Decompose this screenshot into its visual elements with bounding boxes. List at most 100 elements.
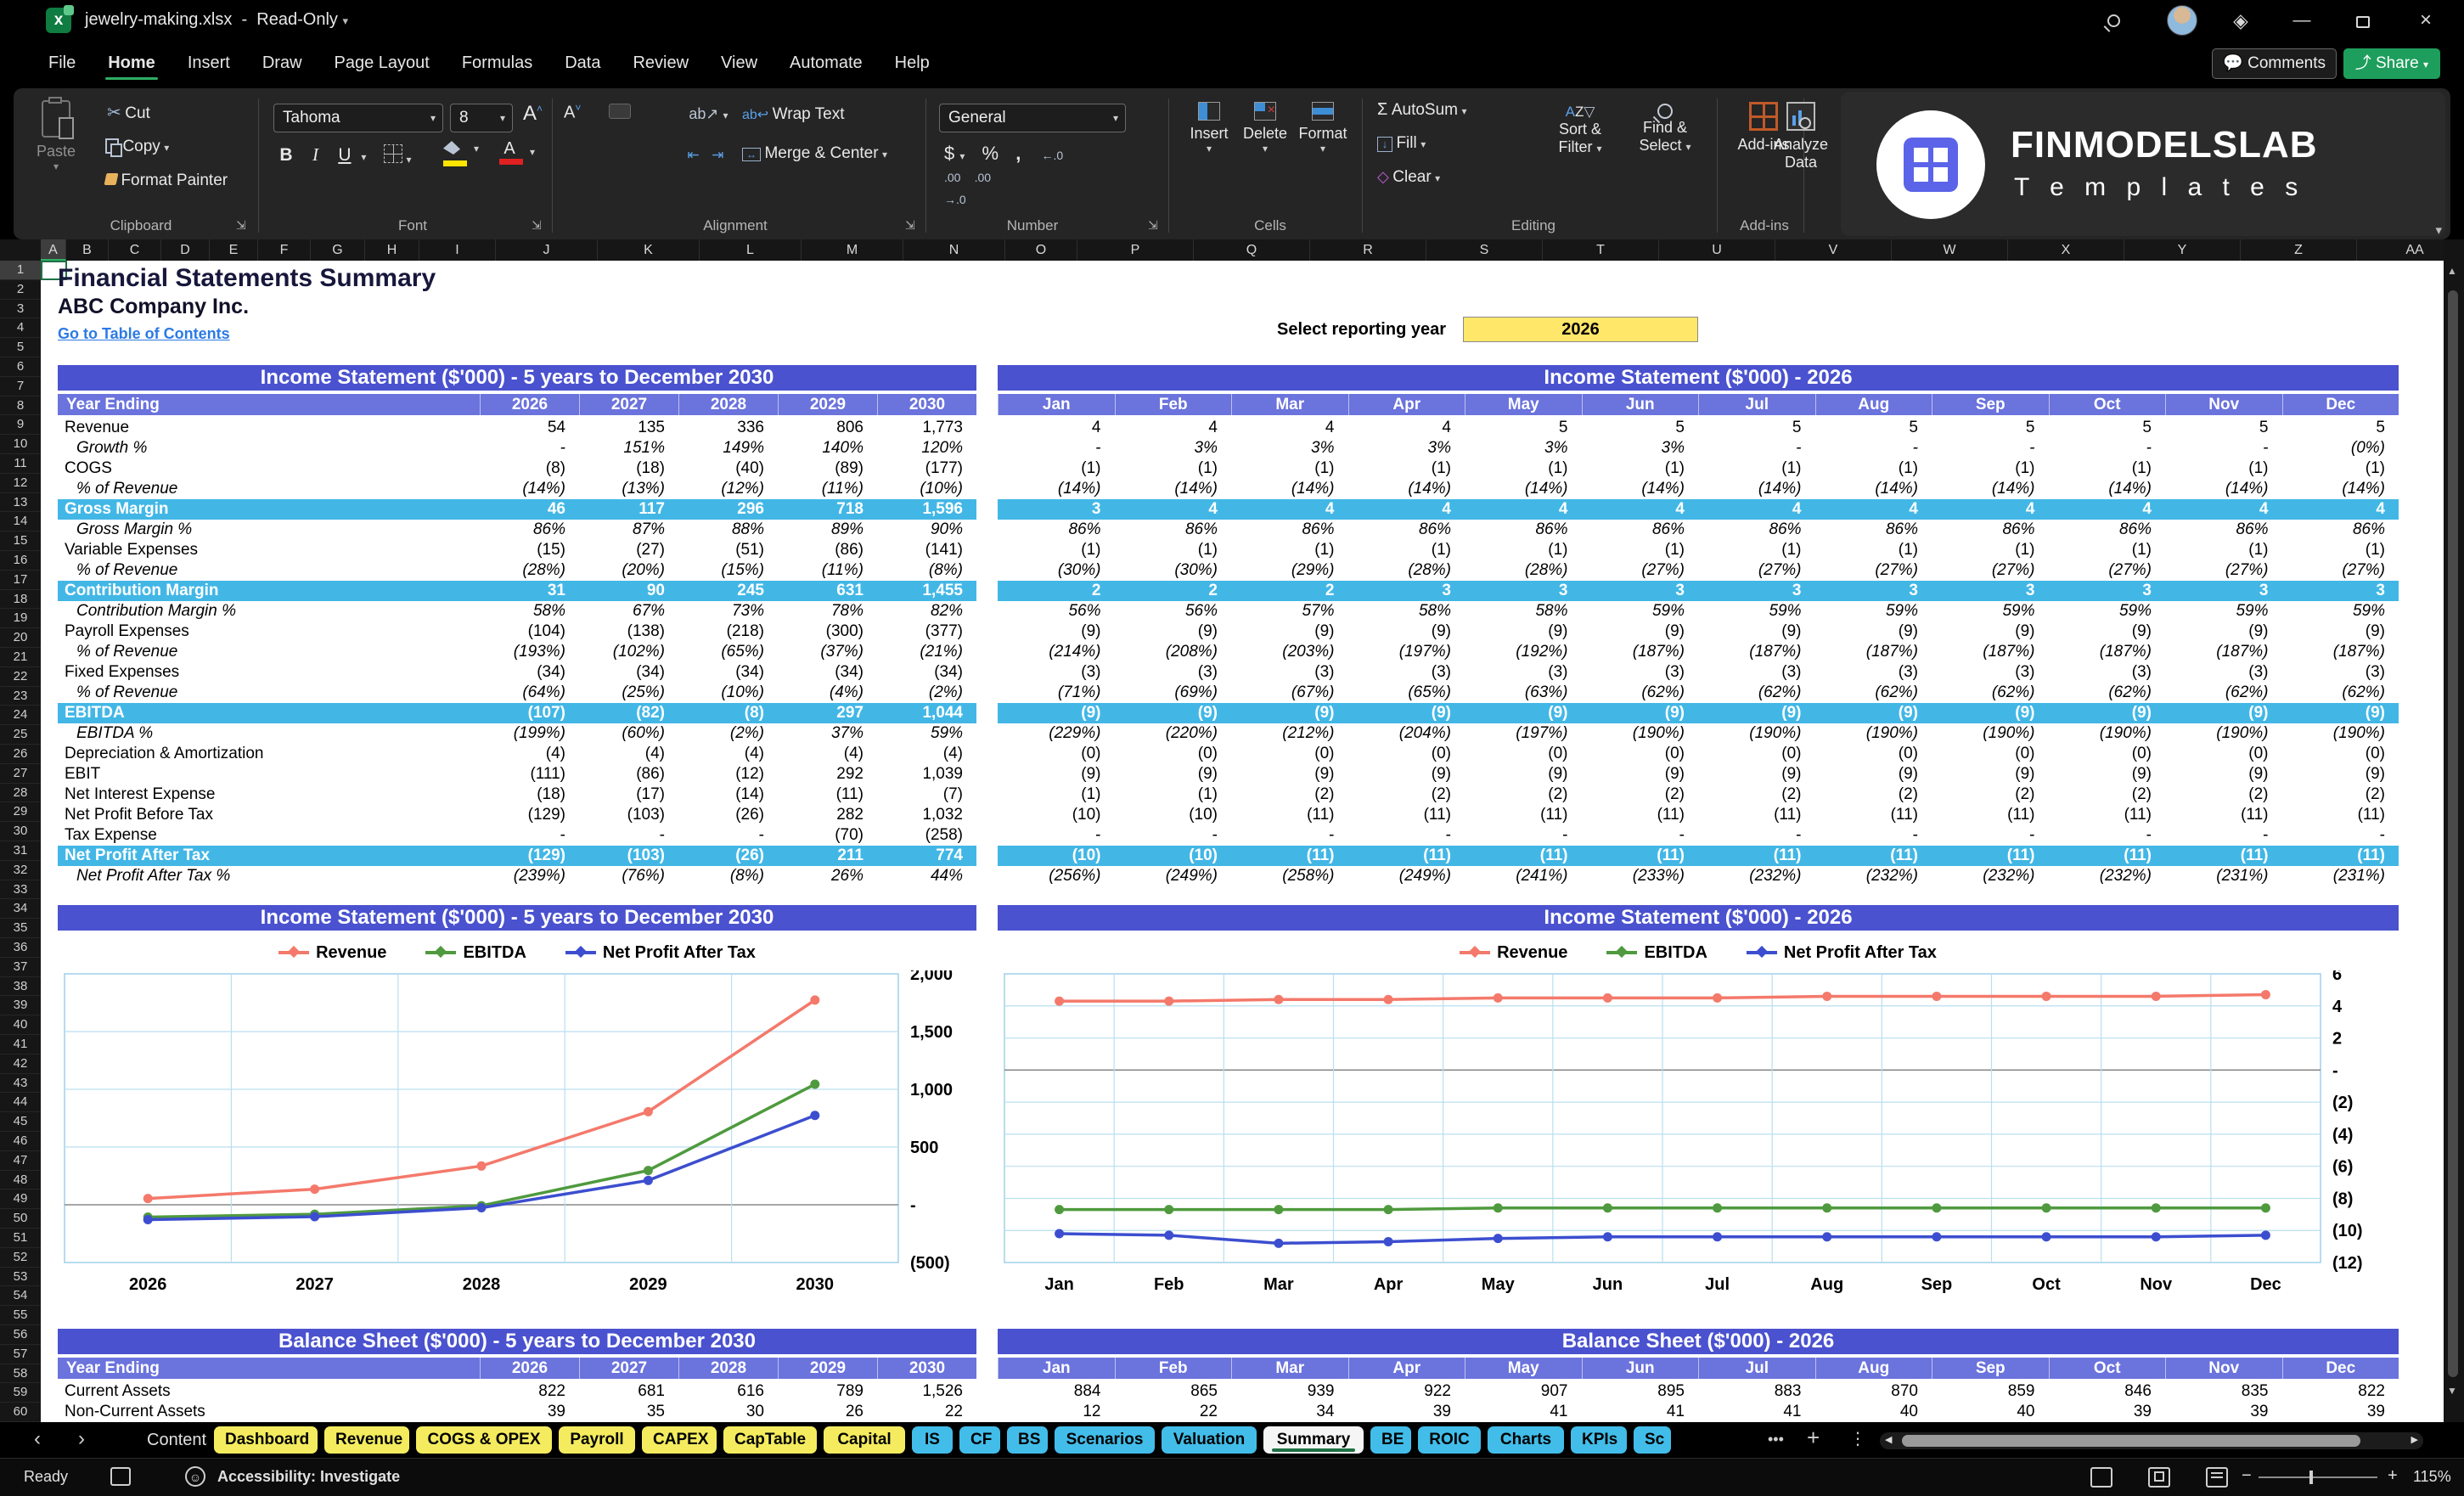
table-cell[interactable]: - bbox=[1815, 438, 1918, 458]
table-row[interactable]: % of Revenue (28%) (20%) (15%) (11%) (8%) bbox=[58, 560, 976, 581]
scroll-down-icon[interactable]: ▼ bbox=[2447, 1385, 2457, 1397]
table-cell[interactable]: (21%) bbox=[877, 642, 963, 662]
row-header-3[interactable]: 3 bbox=[0, 300, 41, 319]
table-row[interactable]: Revenue 54 135 336 806 1,773 bbox=[58, 418, 976, 438]
table-row[interactable]: (9) (9) (9) (9) (9) (9) (9) (9) (9) (9) (9) (9) bbox=[998, 621, 2399, 642]
table-cell[interactable]: 35 bbox=[579, 1402, 665, 1422]
row-header-18[interactable]: 18 bbox=[0, 590, 41, 610]
column-header-Z[interactable]: Z bbox=[2241, 239, 2357, 261]
table-cell[interactable]: 3 bbox=[998, 499, 1101, 520]
table-cell[interactable]: 4 bbox=[1231, 499, 1335, 520]
autosum-button[interactable]: Σ AutoSum ▾ bbox=[1377, 100, 1466, 120]
alignment-dialog-launcher[interactable]: ⇲ bbox=[905, 218, 915, 233]
table-cell[interactable]: (190%) bbox=[1582, 723, 1685, 744]
column-header-S[interactable]: S bbox=[1426, 239, 1543, 261]
table-cell[interactable]: (2) bbox=[1348, 785, 1451, 805]
table-cell[interactable]: (76%) bbox=[579, 866, 665, 886]
table-cell[interactable]: (177) bbox=[877, 458, 963, 479]
read-only-badge[interactable]: Read-Only bbox=[256, 10, 338, 29]
table-cell[interactable]: - bbox=[1465, 825, 1567, 846]
table-cell[interactable]: (12) bbox=[678, 764, 764, 785]
table-cell[interactable]: 12 bbox=[998, 1402, 1100, 1422]
table-cell[interactable]: 5 bbox=[2049, 418, 2152, 438]
table-cell[interactable]: (64%) bbox=[480, 683, 565, 703]
table-cell[interactable]: (9) bbox=[1348, 764, 1451, 785]
table-cell[interactable]: - bbox=[1348, 825, 1451, 846]
table-cell[interactable]: (0) bbox=[1815, 744, 1918, 764]
table-cell[interactable]: (9) bbox=[1465, 764, 1567, 785]
table-cell[interactable]: (377) bbox=[877, 621, 963, 642]
table-cell[interactable]: (4) bbox=[778, 744, 864, 764]
table-cell[interactable]: (2) bbox=[1698, 785, 1801, 805]
table-cell[interactable]: (27) bbox=[579, 540, 665, 560]
row-header-15[interactable]: 15 bbox=[0, 531, 41, 551]
sheet-tab-capex[interactable]: CAPEX bbox=[642, 1426, 717, 1454]
table-cell[interactable]: (129) bbox=[480, 805, 565, 825]
table-cell[interactable]: (192%) bbox=[1465, 642, 1567, 662]
table-cell[interactable]: (11) bbox=[1465, 805, 1567, 825]
table-cell[interactable]: 34 bbox=[1231, 1402, 1334, 1422]
column-header-O[interactable]: O bbox=[1005, 239, 1077, 261]
table-cell[interactable]: 939 bbox=[1231, 1381, 1335, 1402]
menu-item-formulas[interactable]: Formulas bbox=[446, 41, 548, 83]
table-cell[interactable]: (8%) bbox=[678, 866, 764, 886]
page-title[interactable]: Financial Statements Summary bbox=[58, 264, 436, 293]
row-header-34[interactable]: 34 bbox=[0, 899, 41, 920]
sheet-tab-scenarios[interactable]: Scenarios bbox=[1055, 1426, 1155, 1454]
table-cell[interactable]: (11) bbox=[1348, 805, 1451, 825]
table-cell[interactable]: 4 bbox=[1115, 499, 1218, 520]
table-cell[interactable]: (104) bbox=[480, 621, 565, 642]
table-cell[interactable]: (218) bbox=[678, 621, 764, 642]
table-cell[interactable]: - bbox=[2049, 825, 2152, 846]
row-header-33[interactable]: 33 bbox=[0, 880, 41, 900]
table-cell[interactable]: (9) bbox=[1348, 621, 1451, 642]
table-cell[interactable]: 806 bbox=[778, 418, 864, 438]
table-cell[interactable]: (26) bbox=[678, 805, 764, 825]
sheet-tab-cogs-opex[interactable]: COGS & OPEX bbox=[416, 1426, 552, 1454]
sheet-tab-captable[interactable]: CapTable bbox=[723, 1426, 817, 1454]
table-cell[interactable]: (187%) bbox=[1698, 642, 1801, 662]
company-name[interactable]: ABC Company Inc. bbox=[58, 295, 249, 319]
table-cell[interactable]: - bbox=[1698, 438, 1801, 458]
table-cell[interactable]: (11) bbox=[1582, 846, 1685, 866]
table-cell[interactable]: (27%) bbox=[2165, 560, 2269, 581]
table-cell[interactable]: 1,773 bbox=[877, 418, 963, 438]
table-row[interactable]: (14%) (14%) (14%) (14%) (14%) (14%) (14%) (14%)… bbox=[998, 479, 2399, 499]
table-cell[interactable]: - bbox=[998, 438, 1100, 458]
table-cell[interactable]: 2 bbox=[998, 581, 1101, 601]
table-cell[interactable]: 245 bbox=[678, 581, 764, 601]
chevron-down-icon[interactable]: ▾ bbox=[530, 144, 535, 160]
bold-button[interactable]: B bbox=[273, 145, 299, 166]
table-cell[interactable]: 4 bbox=[1465, 499, 1568, 520]
table-cell[interactable]: (29%) bbox=[1231, 560, 1335, 581]
table-cell[interactable]: (65%) bbox=[678, 642, 764, 662]
avatar[interactable] bbox=[2167, 5, 2197, 36]
table-cell[interactable]: 37% bbox=[778, 723, 864, 744]
table-row[interactable]: EBITDA (107) (82) (8) 297 1,044 bbox=[58, 703, 976, 723]
table-cell[interactable]: (193%) bbox=[480, 642, 565, 662]
align-right-icon[interactable] bbox=[647, 144, 669, 160]
column-header-W[interactable]: W bbox=[1892, 239, 2008, 261]
table-cell[interactable]: (14%) bbox=[1815, 479, 1918, 499]
table-row[interactable]: (256%) (249%) (258%) (249%) (241%) (233%) (232… bbox=[998, 866, 2399, 886]
table-cell[interactable]: (8%) bbox=[877, 560, 963, 581]
table-cell[interactable]: (9) bbox=[2165, 764, 2268, 785]
table-cell[interactable]: (2) bbox=[1582, 785, 1685, 805]
diamond-icon[interactable]: ◈ bbox=[2226, 7, 2255, 34]
column-header-T[interactable]: T bbox=[1543, 239, 1659, 261]
font-dialog-launcher[interactable]: ⇲ bbox=[532, 218, 542, 233]
table-cell[interactable]: 151% bbox=[579, 438, 665, 458]
table-cell[interactable]: 5 bbox=[2165, 418, 2269, 438]
table-cell[interactable]: (4) bbox=[877, 744, 963, 764]
table-cell[interactable]: (15%) bbox=[678, 560, 764, 581]
row-header-14[interactable]: 14 bbox=[0, 512, 41, 532]
table-cell[interactable]: 59% bbox=[1582, 601, 1685, 621]
table-cell[interactable]: (190%) bbox=[2165, 723, 2268, 744]
row-header-41[interactable]: 41 bbox=[0, 1035, 41, 1055]
table-cell[interactable]: (86) bbox=[778, 540, 864, 560]
insert-cells-button[interactable]: Insert ▾ bbox=[1184, 102, 1235, 155]
table-cell[interactable]: (11) bbox=[2049, 846, 2152, 866]
collapse-ribbon-button[interactable]: ▾ bbox=[2435, 222, 2442, 238]
table-cell[interactable]: 58% bbox=[1348, 601, 1451, 621]
table-cell[interactable]: (1) bbox=[2049, 540, 2152, 560]
